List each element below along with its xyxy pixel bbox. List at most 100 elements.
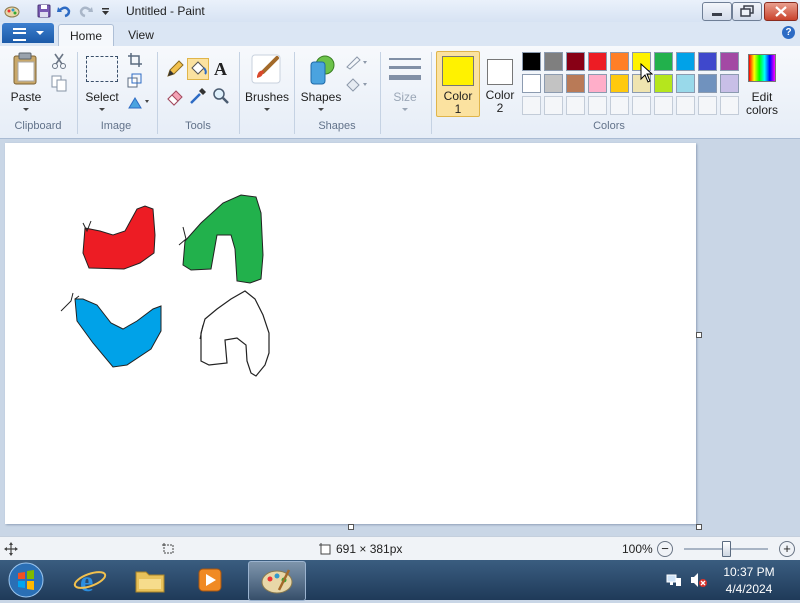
tab-view[interactable]: View — [118, 24, 164, 46]
brushes-button[interactable]: Brushes — [244, 48, 290, 118]
zoom-out-button[interactable]: − — [657, 541, 673, 557]
red-shape[interactable] — [82, 205, 156, 270]
color-2-button[interactable]: Color 2 — [480, 51, 520, 115]
zoom-slider-thumb[interactable] — [722, 541, 731, 557]
palette-swatch[interactable] — [610, 74, 629, 93]
customize-qat-icon[interactable] — [100, 3, 116, 19]
file-menu-button[interactable] — [2, 23, 54, 43]
zoom-in-button[interactable]: + — [779, 541, 795, 557]
size-button[interactable]: Size — [384, 48, 426, 118]
brushes-label: Brushes — [244, 90, 290, 104]
resize-icon[interactable] — [127, 73, 143, 89]
media-player-icon — [198, 568, 222, 592]
edit-colors-button[interactable]: Edit colors — [742, 48, 782, 118]
canvas-resize-handle-corner[interactable] — [696, 524, 702, 530]
separator — [431, 52, 432, 134]
palette-empty-slot[interactable] — [632, 96, 651, 115]
brushes-dropdown-icon — [264, 108, 270, 111]
shapes-button[interactable]: Shapes — [298, 48, 344, 118]
pencil-tool[interactable] — [164, 58, 186, 80]
outline-button[interactable] — [345, 54, 369, 70]
windows-logo-icon — [8, 562, 44, 598]
size-dropdown-icon — [402, 108, 408, 111]
fill-button[interactable] — [345, 76, 369, 92]
select-button[interactable]: Select — [82, 48, 122, 118]
tab-home[interactable]: Home — [58, 24, 114, 47]
drawing-canvas[interactable] — [5, 143, 696, 524]
selection-size-icon — [162, 543, 174, 554]
color-1-number: 1 — [454, 102, 462, 116]
blue-shape[interactable] — [74, 298, 162, 368]
palette-swatch[interactable] — [522, 52, 541, 71]
clock-time[interactable]: 10:37 PM — [714, 565, 784, 579]
close-button[interactable] — [764, 2, 798, 21]
eraser-tool[interactable] — [164, 85, 186, 107]
palette-swatch[interactable] — [522, 74, 541, 93]
palette-empty-slot[interactable] — [522, 96, 541, 115]
rotate-icon[interactable] — [127, 94, 151, 110]
svg-text:e: e — [80, 565, 93, 598]
color-1-button[interactable]: Color 1 — [436, 51, 480, 117]
chevron-down-icon — [36, 31, 44, 35]
palette-swatch[interactable] — [720, 74, 739, 93]
copy-icon[interactable] — [50, 74, 68, 92]
volume-muted-icon[interactable] — [690, 572, 708, 588]
cut-icon[interactable] — [50, 52, 68, 70]
magnifier-icon — [213, 88, 229, 104]
canvas-resize-handle-bottom[interactable] — [348, 524, 354, 530]
palette-swatch[interactable] — [588, 52, 607, 71]
crop-icon[interactable] — [127, 52, 143, 68]
help-icon[interactable]: ? — [782, 26, 795, 39]
palette-swatch[interactable] — [676, 52, 695, 71]
mouse-cursor-icon — [640, 63, 654, 83]
minimize-button[interactable] — [702, 2, 732, 21]
clipboard-icon — [13, 52, 37, 85]
palette-empty-slot[interactable] — [588, 96, 607, 115]
palette-swatch[interactable] — [544, 52, 563, 71]
fill-tool[interactable] — [187, 58, 209, 80]
palette-swatch[interactable] — [566, 52, 585, 71]
palette-swatch[interactable] — [654, 74, 673, 93]
taskbar-internet-explorer[interactable]: e — [66, 562, 114, 598]
green-shape[interactable] — [182, 194, 264, 284]
magnifier-tool[interactable] — [210, 85, 232, 107]
clipboard-group-label: Clipboard — [14, 120, 62, 132]
text-tool[interactable]: A — [210, 58, 232, 80]
palette-swatch[interactable] — [676, 74, 695, 93]
clock-date[interactable]: 4/4/2024 — [714, 582, 784, 596]
palette-swatch[interactable] — [588, 74, 607, 93]
taskbar-paint[interactable] — [248, 561, 306, 601]
fill-icon — [346, 78, 367, 92]
palette-swatch[interactable] — [698, 52, 717, 71]
palette-swatch[interactable] — [720, 52, 739, 71]
outline-shape[interactable] — [200, 290, 270, 377]
palette-empty-slot[interactable] — [698, 96, 717, 115]
palette-swatch[interactable] — [698, 74, 717, 93]
palette-empty-slot[interactable] — [654, 96, 673, 115]
eyedropper-icon — [190, 88, 206, 104]
edit-colors-label-2: colors — [745, 103, 778, 117]
shapes-group-label: Shapes — [318, 120, 356, 132]
palette-empty-slot[interactable] — [566, 96, 585, 115]
undo-icon[interactable] — [56, 3, 72, 19]
palette-empty-slot[interactable] — [610, 96, 629, 115]
palette-empty-slot[interactable] — [676, 96, 695, 115]
palette-empty-slot[interactable] — [720, 96, 739, 115]
palette-swatch[interactable] — [610, 52, 629, 71]
palette-swatch[interactable] — [566, 74, 585, 93]
palette-swatch[interactable] — [654, 52, 673, 71]
palette-empty-slot[interactable] — [544, 96, 563, 115]
paste-button[interactable]: Paste — [6, 48, 46, 118]
restore-button[interactable] — [732, 2, 762, 21]
taskbar-media-player[interactable] — [186, 562, 234, 598]
paint-app-icon[interactable] — [4, 3, 20, 19]
select-label: Select — [85, 90, 119, 104]
taskbar-file-explorer[interactable] — [126, 562, 174, 598]
palette-swatch[interactable] — [544, 74, 563, 93]
canvas-resize-handle-right[interactable] — [696, 332, 702, 338]
network-icon[interactable] — [666, 572, 682, 588]
redo-icon[interactable] — [78, 3, 94, 19]
color-picker-tool[interactable] — [187, 85, 209, 107]
start-button[interactable] — [6, 561, 46, 599]
save-icon[interactable] — [36, 3, 52, 19]
